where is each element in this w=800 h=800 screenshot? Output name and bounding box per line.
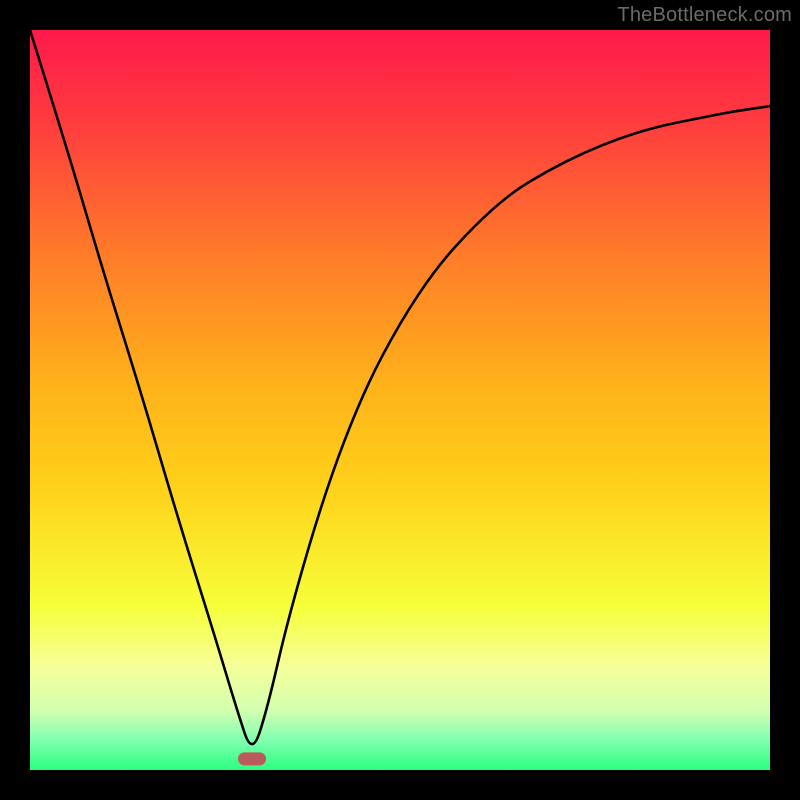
chart-plot-area <box>30 30 770 770</box>
gradient-background <box>30 30 770 770</box>
optimal-marker <box>238 752 266 765</box>
watermark-text: TheBottleneck.com <box>617 4 792 27</box>
chart-svg <box>30 30 770 770</box>
chart-frame: TheBottleneck.com <box>0 0 800 800</box>
